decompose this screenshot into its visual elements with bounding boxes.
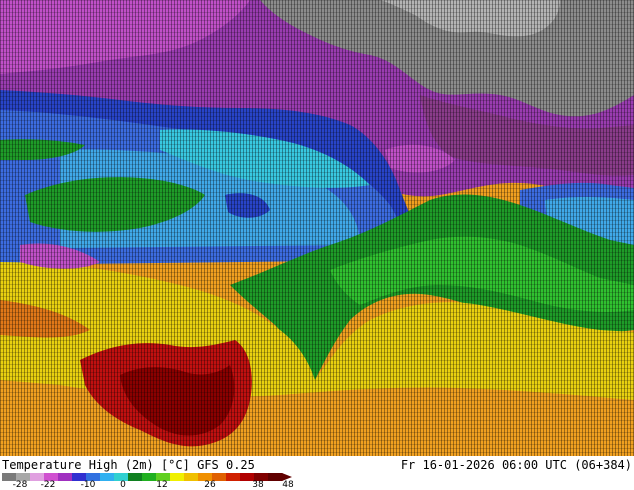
colorbar-tick-label: -22	[40, 480, 56, 490]
value-grid-texture-rows	[0, 0, 634, 456]
colorbar-labels: -28 -22 -10 0 12 26 38 48	[0, 480, 300, 490]
colorbar-tick-label: 38	[252, 480, 264, 490]
colorbar-tick-label: -10	[80, 480, 96, 490]
map-canvas	[0, 0, 634, 456]
map-footer: Temperature High (2m) [°C] GFS 0.25 Fr 1…	[0, 456, 634, 490]
colorbar-tick-label: -28	[12, 480, 28, 490]
colorbar-tick-label: 26	[204, 480, 216, 490]
colorbar-tick-label: 48	[282, 480, 294, 490]
map-title: Temperature High (2m) [°C] GFS 0.25	[2, 458, 255, 472]
map-timestamp: Fr 16-01-2026 06:00 UTC (06+384)	[400, 458, 632, 472]
colorbar-tick-label: 12	[156, 480, 168, 490]
colorbar-tick-label: 0	[120, 480, 126, 490]
temperature-map	[0, 0, 634, 456]
